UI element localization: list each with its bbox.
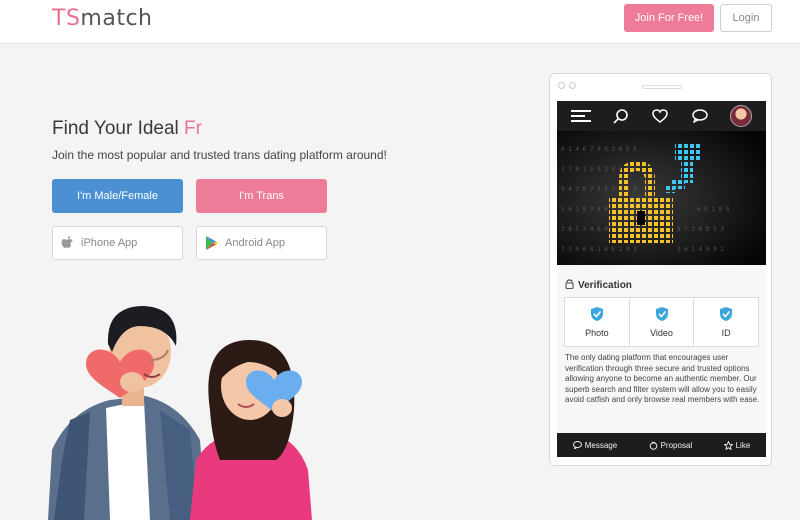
verification-photo-label: Photo xyxy=(585,328,609,338)
app-footer-bar: Message Proposal Like xyxy=(557,433,766,457)
hero-subline: Join the most popular and trusted trans … xyxy=(52,148,387,162)
iphone-app-button[interactable]: iPhone App xyxy=(52,226,183,260)
verification-description: The only dating platform that encourages… xyxy=(565,353,760,404)
verification-title: Verification xyxy=(565,279,632,292)
svg-text:7 3 9 6 8 1 4 E 2 0 3: 7 3 9 6 8 1 4 E 2 0 3 xyxy=(561,246,637,253)
star-icon xyxy=(723,440,733,450)
site-logo[interactable]: TSmatch xyxy=(52,6,152,31)
phone-dot xyxy=(558,82,565,89)
shield-check-icon xyxy=(590,307,603,321)
svg-text:0 1 4 6 7 9 5 2 6 E E: 0 1 4 6 7 9 5 2 6 E E xyxy=(561,146,637,153)
phone-screen: 0 1 4 6 7 9 5 2 6 E E 3 7 8 1 5 9 2 8 6 … xyxy=(557,101,766,457)
verification-video-label: Video xyxy=(650,328,673,338)
login-button[interactable]: Login xyxy=(720,4,772,32)
couple-photo xyxy=(48,306,312,520)
apple-icon xyxy=(61,235,75,251)
menu-icon[interactable] xyxy=(570,106,591,126)
verification-label: Verification xyxy=(578,280,632,291)
heart-icon[interactable] xyxy=(650,106,670,126)
svg-text:9 7 2 8 D 5 3: 9 7 2 8 D 5 3 xyxy=(677,226,724,233)
join-for-free-button[interactable]: Join For Free! xyxy=(624,4,714,32)
footer-like-button[interactable]: Like xyxy=(723,440,751,450)
footer-message-button[interactable]: Message xyxy=(572,440,618,450)
headline-main: Find Your Ideal xyxy=(52,118,185,139)
shield-check-icon xyxy=(720,307,733,321)
hero-headline: Find Your Ideal Fr xyxy=(52,118,202,140)
shield-check-icon xyxy=(655,307,668,321)
phone-dot xyxy=(569,82,576,89)
lock-icon xyxy=(565,279,574,292)
headline-accent: Fr xyxy=(184,118,202,139)
footer-proposal-button[interactable]: Proposal xyxy=(649,440,693,450)
phone-mockup: 0 1 4 6 7 9 5 2 6 E E 3 7 8 1 5 9 2 8 6 … xyxy=(549,73,772,466)
verification-options: Photo Video ID xyxy=(564,297,759,347)
verification-video[interactable]: Video xyxy=(630,298,695,346)
user-avatar[interactable] xyxy=(730,105,753,127)
google-play-icon xyxy=(205,235,219,251)
search-icon[interactable] xyxy=(611,106,631,126)
chat-icon[interactable] xyxy=(690,106,710,126)
verification-id-label: ID xyxy=(721,328,731,338)
phone-speaker xyxy=(642,85,682,89)
message-icon xyxy=(572,441,582,449)
trans-button[interactable]: I'm Trans xyxy=(196,179,327,213)
security-lock-image: 0 1 4 6 7 9 5 2 6 E E 3 7 8 1 5 9 2 8 6 … xyxy=(557,131,766,265)
phone-camera-dots xyxy=(558,82,576,89)
proposal-icon xyxy=(649,441,657,450)
logo-text: match xyxy=(80,6,153,31)
svg-text:6 E 1 9 5: 6 E 1 9 5 xyxy=(697,206,730,213)
android-app-button[interactable]: Android App xyxy=(196,226,327,260)
footer-like-label: Like xyxy=(735,440,751,450)
site-header: TSmatch Join For Free! Login xyxy=(0,0,800,44)
verification-photo[interactable]: Photo xyxy=(565,298,630,346)
verification-id[interactable]: ID xyxy=(694,298,758,346)
logo-ts: TS xyxy=(52,6,81,31)
male-female-button[interactable]: I'm Male/Female xyxy=(52,179,183,213)
footer-proposal-label: Proposal xyxy=(660,440,693,450)
android-app-label: Android App xyxy=(225,237,285,249)
svg-text:3 6 1 4 8 9 2: 3 6 1 4 8 9 2 xyxy=(677,246,724,253)
app-nav-bar xyxy=(557,101,766,131)
iphone-app-label: iPhone App xyxy=(81,237,138,249)
footer-message-label: Message xyxy=(584,440,618,450)
